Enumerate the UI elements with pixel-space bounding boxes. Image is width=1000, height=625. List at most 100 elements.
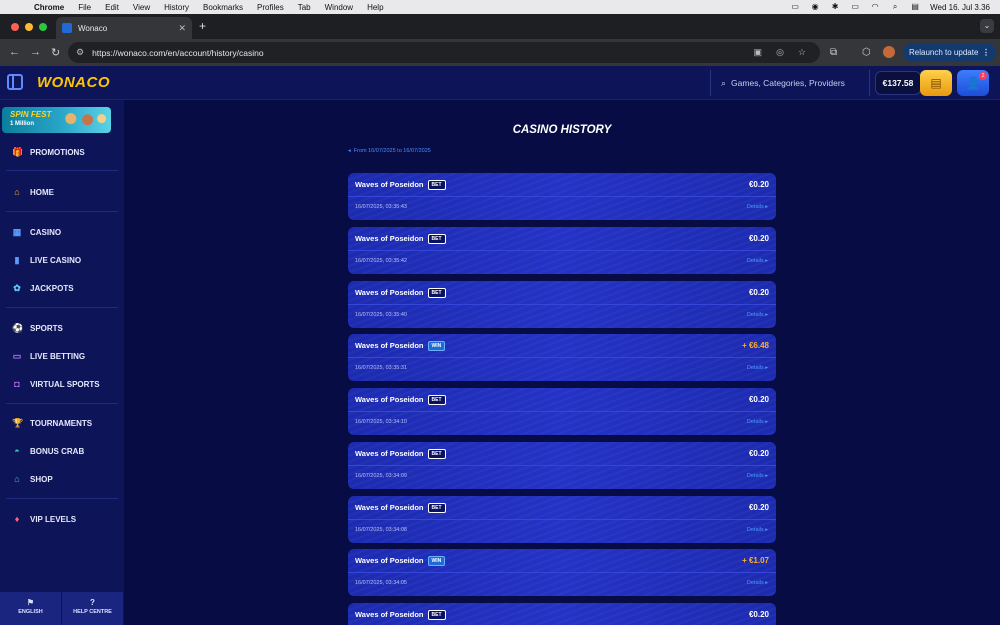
details-link[interactable]: Details ▸ (747, 419, 768, 425)
details-link[interactable]: Details ▸ (747, 527, 768, 533)
menu-window[interactable]: Window (325, 3, 353, 12)
close-window-button[interactable] (11, 23, 19, 31)
control-center-icon[interactable]: ▤ (910, 3, 920, 11)
date-range-filter[interactable]: ◂ From 16/07/2025 to 16/07/2025 (348, 148, 431, 154)
menubar-clock[interactable]: Wed 16. Jul 3.36 (930, 3, 990, 12)
sidebar-footer: ⚑ ENGLISH ? HELP CENTRE (0, 592, 124, 625)
browser-tab[interactable]: Wonaco ✕ (56, 17, 192, 39)
balance-display[interactable]: €137.58 (875, 71, 921, 95)
help-centre-button[interactable]: ? HELP CENTRE (62, 592, 124, 625)
extensions-icon[interactable]: ⧉ (830, 47, 837, 58)
transaction-timestamp: 16/07/2025, 03:34:10 (355, 419, 407, 425)
site-logo[interactable]: WONACO (37, 74, 110, 91)
sidebar-toggle-icon[interactable] (7, 74, 23, 90)
sidebar-item-home[interactable]: ⌂ HOME (0, 181, 124, 203)
menu-bookmarks[interactable]: Bookmarks (203, 3, 243, 12)
details-link[interactable]: Details ▸ (747, 258, 768, 264)
sidebar-divider (6, 498, 118, 499)
wifi-icon[interactable]: ◠ (870, 3, 880, 11)
transaction-amount: €0.20 (748, 502, 769, 512)
menu-file[interactable]: File (78, 3, 91, 12)
menu-app-name[interactable]: Chrome (34, 3, 64, 12)
history-row[interactable]: Waves of Poseidon BET €0.20 16/07/2025, 03:… (348, 388, 776, 435)
details-link[interactable]: Details ▸ (747, 204, 768, 210)
tab-search-chevron-icon[interactable]: ⌄ (980, 19, 994, 33)
screen-mirror-icon[interactable]: ▭ (790, 3, 800, 11)
url-text[interactable]: https://wonaco.com/en/account/history/ca… (92, 48, 753, 58)
game-search-input[interactable]: ⌕ Games, Categories, Providers (710, 70, 870, 96)
notification-badge: 2 (979, 72, 987, 80)
favicon-icon (62, 23, 72, 33)
history-row[interactable]: Waves of Poseidon BET €0.20 16/07/2025, 03:… (348, 495, 776, 543)
history-row[interactable]: Waves of Poseidon BET €0.20 16/07/2025, 03:… (348, 441, 776, 489)
sidebar-item-shop[interactable]: ⌂ SHOP (0, 468, 124, 490)
home-icon: ⌂ (14, 187, 20, 197)
transaction-timestamp: 16/07/2025, 03:35:40 (355, 311, 407, 318)
spotlight-icon[interactable]: ⌕ (890, 3, 900, 11)
history-row[interactable]: Waves of Poseidon BET €0.20 16/07/2025, 03:… (348, 226, 776, 274)
menu-view[interactable]: View (133, 3, 150, 12)
history-row[interactable]: Waves of Poseidon BET €0.20 16/07/2025, 03:… (348, 280, 776, 328)
maximize-window-button[interactable] (39, 23, 47, 31)
sidebar-item-promotions[interactable]: 🎁 PROMOTIONS (0, 141, 124, 163)
casino-icon: ▦ (12, 227, 22, 237)
game-name: Waves of Poseidon WIN (355, 341, 446, 352)
history-row[interactable]: Waves of Poseidon WIN + €1.07 16/07/2025, 0… (348, 549, 776, 597)
install-app-icon[interactable]: ▣ (754, 47, 763, 58)
transaction-timestamp: 16/07/2025, 03:34:05 (355, 580, 407, 587)
live-betting-icon: ▭ (12, 351, 22, 361)
menu-help[interactable]: Help (367, 3, 383, 12)
chevron-right-icon: ▸ (765, 419, 768, 425)
profile-avatar-icon[interactable] (883, 46, 895, 58)
site-info-icon[interactable]: ⚙ (76, 47, 84, 58)
address-bar[interactable]: ⚙ https://wonaco.com/en/account/history/… (68, 42, 820, 63)
virtual-sports-icon: ◘ (14, 379, 20, 389)
details-link[interactable]: Details ▸ (747, 312, 768, 318)
sidebar-item-tournaments[interactable]: 🏆 TOURNAMENTS (0, 412, 124, 434)
minimize-window-button[interactable] (25, 23, 33, 31)
transaction-timestamp: 16/07/2025, 03:34:09 (355, 472, 407, 479)
sidebar-item-sports[interactable]: ⚽ SPORTS (0, 317, 124, 339)
spin-fest-promo-banner[interactable]: SPIN FEST 1 Million (2, 107, 111, 133)
menu-history[interactable]: History (164, 3, 189, 12)
eye-off-icon[interactable]: ◎ (776, 47, 784, 58)
menu-profiles[interactable]: Profiles (257, 3, 284, 12)
details-link[interactable]: Details ▸ (747, 365, 768, 371)
sidebar-item-jackpots[interactable]: ✿ JACKPOTS (0, 277, 124, 299)
history-row[interactable]: Waves of Poseidon WIN + €6.48 16/07/2025, 0… (348, 334, 776, 382)
history-row[interactable]: Waves of Poseidon BET €0.20 (348, 603, 776, 625)
new-tab-button[interactable]: + (199, 19, 206, 33)
menu-tab[interactable]: Tab (298, 3, 311, 12)
bluetooth-icon[interactable]: ✱ (830, 3, 840, 11)
sidebar-item-label: BONUS CRAB (30, 446, 85, 456)
sidebar-item-virtual-sports[interactable]: ◘ VIRTUAL SPORTS (0, 373, 124, 395)
sidebar-item-label: TOURNAMENTS (30, 418, 93, 428)
close-tab-icon[interactable]: ✕ (178, 23, 186, 34)
back-arrow-icon[interactable]: ← (9, 46, 20, 58)
details-link[interactable]: Details ▸ (747, 473, 768, 479)
forward-arrow-icon[interactable]: → (30, 46, 41, 58)
details-link[interactable]: Details ▸ (747, 580, 768, 586)
help-icon: ? (90, 598, 95, 607)
game-name: Waves of Poseidon BET (355, 288, 446, 298)
transaction-type-badge: BET (427, 180, 446, 191)
media-icon[interactable]: ◉ (810, 3, 820, 11)
sidebar-item-bonus-crab[interactable]: ◓ BONUS CRAB (0, 440, 124, 462)
language-button[interactable]: ⚑ ENGLISH (0, 592, 62, 625)
battery-icon[interactable]: ▭ (850, 3, 860, 11)
game-name: Waves of Poseidon BET (355, 395, 446, 406)
sidebar-item-casino[interactable]: ▦ CASINO (0, 221, 124, 243)
menubar-status-area: ▭ ◉ ✱ ▭ ◠ ⌕ ▤ Wed 16. Jul 3.36 (790, 0, 990, 14)
reload-icon[interactable]: ↻ (51, 46, 60, 59)
bookmark-star-icon[interactable]: ☆ (798, 47, 806, 58)
menu-edit[interactable]: Edit (105, 3, 119, 12)
sidebar-item-vip-levels[interactable]: ♦ VIP LEVELS (0, 508, 124, 530)
history-row[interactable]: Waves of Poseidon BET €0.20 16/07/2025, 03:… (348, 173, 776, 220)
shield-icon[interactable]: ⬡ (862, 47, 871, 58)
more-menu-icon[interactable]: ⋮ (982, 48, 990, 57)
sidebar-item-live-casino[interactable]: ▮ LIVE CASINO (0, 249, 124, 271)
relaunch-to-update-button[interactable]: Relaunch to update ⋮ (903, 43, 996, 62)
sidebar-item-live-betting[interactable]: ▭ LIVE BETTING (0, 345, 124, 367)
wallet-button[interactable]: ▤ (920, 70, 952, 96)
live-casino-icon: ▮ (14, 255, 20, 265)
